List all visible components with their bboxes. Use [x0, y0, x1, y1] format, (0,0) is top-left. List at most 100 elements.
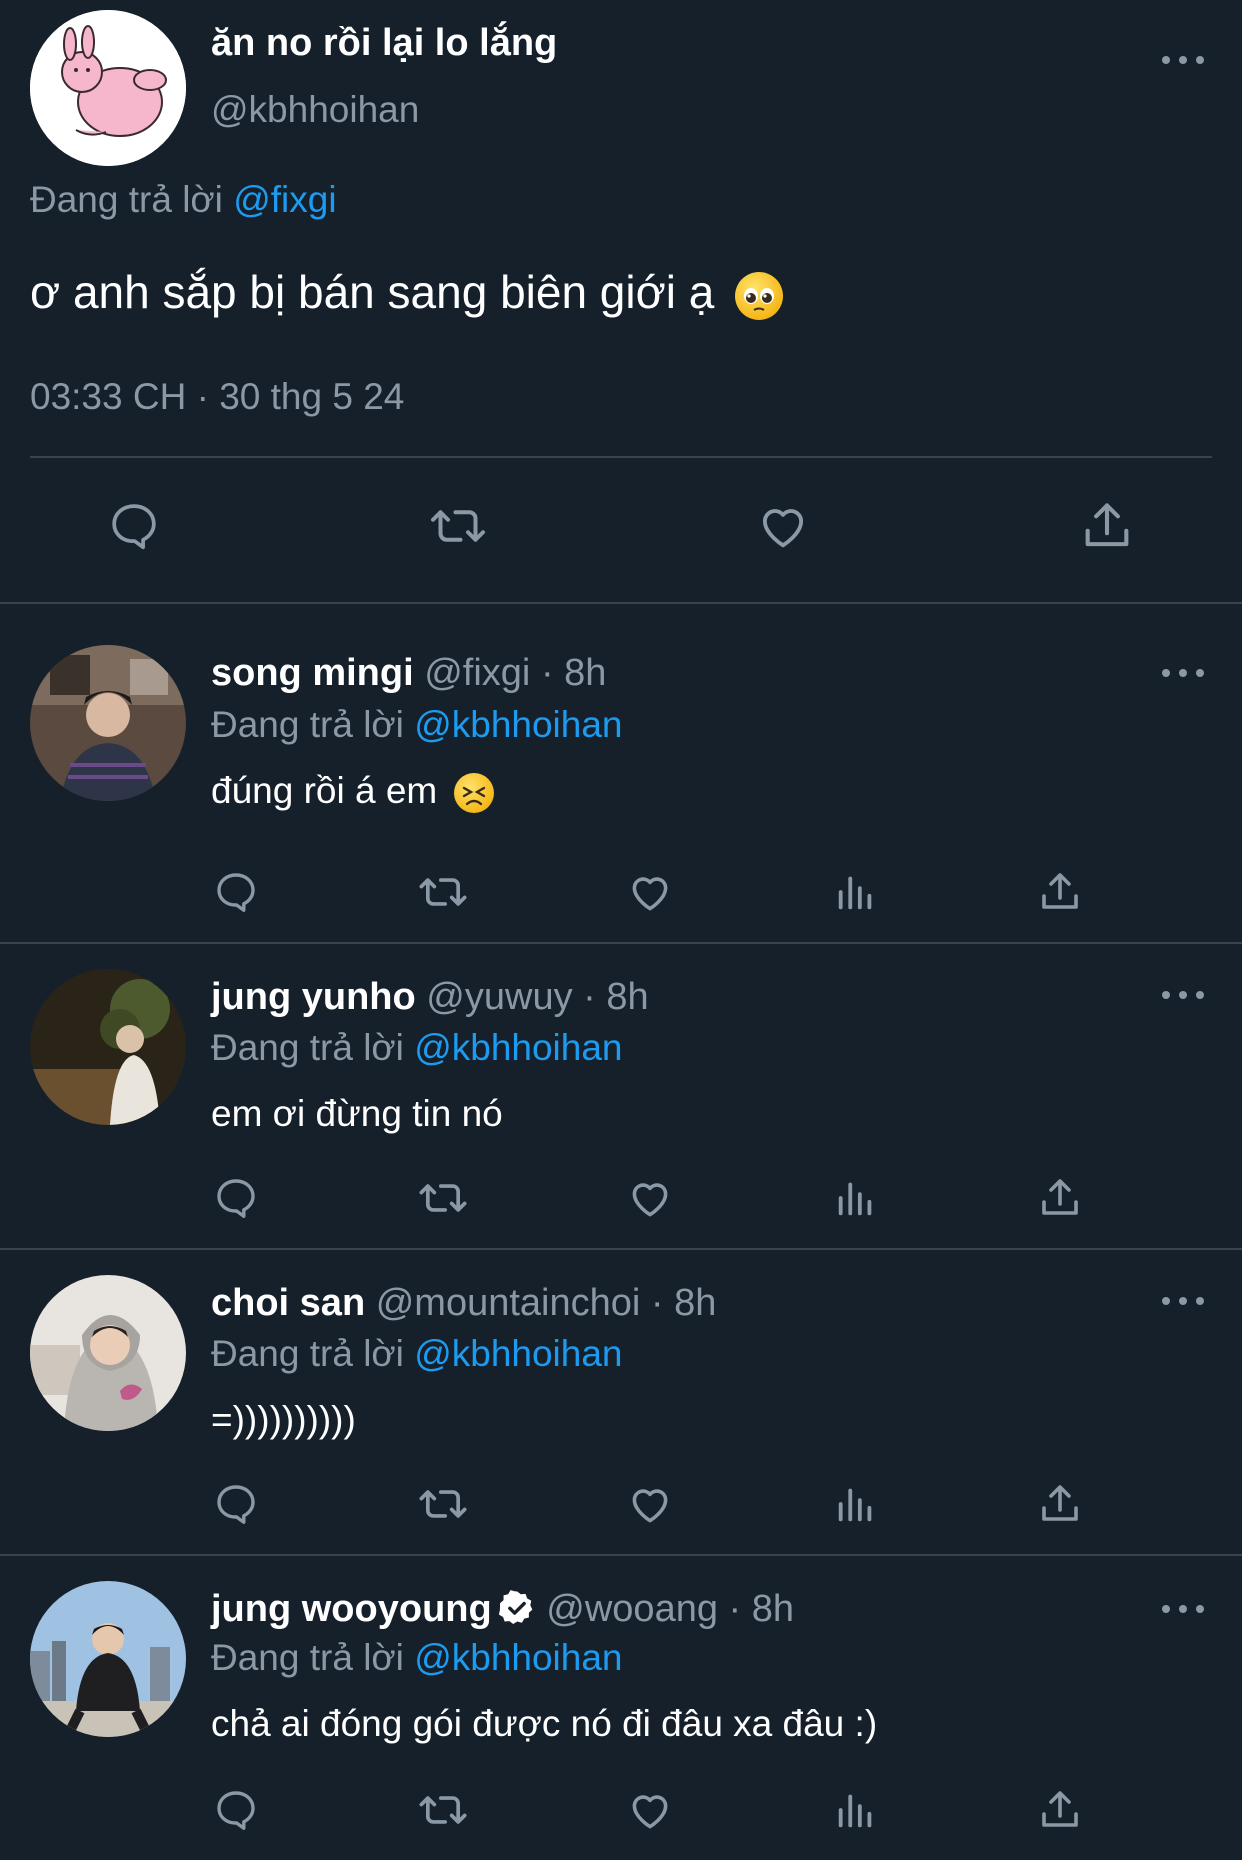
- dot-icon: [1162, 1605, 1170, 1613]
- user-handle[interactable]: @wooang: [546, 1588, 718, 1630]
- dot-icon: [1196, 1297, 1204, 1305]
- replying-prefix: Đang trả lời: [211, 704, 404, 745]
- reply-button[interactable]: [206, 1168, 266, 1228]
- user-photo-icon: [30, 1275, 186, 1431]
- views-button[interactable]: [826, 1474, 886, 1534]
- dot-icon: [1196, 1605, 1204, 1613]
- user-handle[interactable]: @mountainchoi: [376, 1282, 641, 1324]
- avatar[interactable]: [30, 10, 186, 166]
- reply-text-content: =)))))))))): [211, 1399, 356, 1440]
- views-button[interactable]: [826, 862, 886, 922]
- reply-text: đúng rồi á em: [211, 770, 494, 814]
- reply-icon: [217, 1485, 255, 1524]
- reply-actions-bar: [0, 1168, 1242, 1228]
- like-button[interactable]: [747, 490, 819, 562]
- dot-icon: [1196, 991, 1204, 999]
- reply-button[interactable]: [206, 1780, 266, 1840]
- reply-icon: [217, 1179, 255, 1218]
- reply-tweet[interactable]: choi san @mountainchoi · 8h Đang trả lời…: [0, 1250, 1242, 1554]
- avatar[interactable]: [30, 969, 186, 1125]
- avatar[interactable]: [30, 645, 186, 801]
- reply-actions-bar: [0, 862, 1242, 922]
- retweet-icon: [419, 1184, 467, 1212]
- replying-to-link[interactable]: @kbhhoihan: [414, 1027, 622, 1068]
- pink-bunny-avatar-icon: [30, 10, 186, 166]
- retweet-icon: [419, 1490, 467, 1518]
- retweet-button[interactable]: [422, 490, 494, 562]
- retweet-icon: [431, 510, 485, 542]
- more-options-button[interactable]: [1162, 985, 1204, 1005]
- reply-header: jung wooyoung @wooang · 8h: [211, 1588, 794, 1631]
- like-button[interactable]: [620, 862, 680, 922]
- like-icon: [762, 509, 804, 548]
- dot-icon: [1196, 56, 1204, 64]
- reply-time: · 8h: [540, 652, 607, 694]
- display-name[interactable]: song mingi: [211, 652, 414, 694]
- share-icon: [1085, 503, 1129, 547]
- reply-button[interactable]: [98, 490, 170, 562]
- reply-icon: [217, 873, 255, 912]
- retweet-button[interactable]: [413, 1168, 473, 1228]
- reply-text: em ơi đừng tin nó: [211, 1093, 503, 1135]
- like-icon: [632, 1489, 668, 1523]
- replying-to-link[interactable]: @kbhhoihan: [414, 1637, 622, 1678]
- reply-time: · 8h: [583, 976, 649, 1018]
- share-button[interactable]: [1030, 1168, 1090, 1228]
- more-options-button[interactable]: [1162, 1599, 1204, 1619]
- reply-header: song mingi @fixgi · 8h: [211, 652, 606, 695]
- dot-icon: [1179, 991, 1187, 999]
- reply-text-content: chả ai đóng gói được nó đi đâu xa đâu :): [211, 1703, 878, 1744]
- like-button[interactable]: [620, 1168, 680, 1228]
- replying-to-line: Đang trả lời @fixgi: [30, 179, 337, 221]
- user-photo-icon: [30, 645, 186, 801]
- dot-icon: [1196, 669, 1204, 677]
- views-button[interactable]: [826, 1780, 886, 1840]
- reply-tweet[interactable]: jung yunho @yuwuy · 8h Đang trả lời @kbh…: [0, 944, 1242, 1248]
- views-icon: [838, 876, 872, 910]
- share-icon: [1042, 1179, 1078, 1215]
- display-name[interactable]: choi san: [211, 1282, 365, 1324]
- tweet-text: ơ anh sắp bị bán sang biên giới ạ: [30, 265, 784, 320]
- reply-icon: [112, 504, 156, 550]
- reply-header: jung yunho @yuwuy · 8h: [211, 976, 649, 1019]
- user-handle[interactable]: @yuwuy: [426, 976, 572, 1018]
- more-options-button[interactable]: [1162, 663, 1204, 683]
- reply-button[interactable]: [206, 1474, 266, 1534]
- replying-to-link[interactable]: @fixgi: [233, 179, 336, 220]
- user-handle[interactable]: @kbhhoihan: [211, 89, 419, 131]
- share-button[interactable]: [1030, 862, 1090, 922]
- more-options-button[interactable]: [1162, 50, 1204, 70]
- share-icon: [1042, 1791, 1078, 1827]
- replying-prefix: Đang trả lời: [211, 1027, 404, 1068]
- replying-to-line: Đang trả lời @kbhhoihan: [211, 1027, 623, 1069]
- replying-to-link[interactable]: @kbhhoihan: [414, 1333, 622, 1374]
- retweet-button[interactable]: [413, 862, 473, 922]
- display-name[interactable]: jung wooyoung: [211, 1588, 492, 1630]
- display-name[interactable]: jung yunho: [211, 976, 416, 1018]
- replying-to-link[interactable]: @kbhhoihan: [414, 704, 622, 745]
- verified-badge-icon: [498, 1590, 533, 1624]
- share-button[interactable]: [1030, 1474, 1090, 1534]
- pleading-face-emoji-icon: [735, 271, 784, 320]
- replying-prefix: Đang trả lời: [30, 179, 223, 220]
- more-options-button[interactable]: [1162, 1291, 1204, 1311]
- reply-tweet[interactable]: jung wooyoung @wooang · 8h Đang trả lời …: [0, 1556, 1242, 1860]
- like-button[interactable]: [620, 1780, 680, 1840]
- share-button[interactable]: [1030, 1780, 1090, 1840]
- display-name[interactable]: ăn no rồi lại lo lắng: [211, 22, 557, 65]
- reply-tweet[interactable]: song mingi @fixgi · 8h Đang trả lời @kbh…: [0, 604, 1242, 942]
- reply-button[interactable]: [206, 862, 266, 922]
- user-photo-icon: [30, 1581, 186, 1737]
- dot-icon: [1162, 56, 1170, 64]
- user-handle[interactable]: @fixgi: [424, 652, 530, 694]
- reply-time: · 8h: [650, 1282, 717, 1324]
- dot-icon: [1179, 1297, 1187, 1305]
- avatar[interactable]: [30, 1581, 186, 1737]
- views-icon: [838, 1182, 872, 1216]
- retweet-button[interactable]: [413, 1474, 473, 1534]
- like-button[interactable]: [620, 1474, 680, 1534]
- views-button[interactable]: [826, 1168, 886, 1228]
- share-button[interactable]: [1071, 490, 1143, 562]
- retweet-button[interactable]: [413, 1780, 473, 1840]
- avatar[interactable]: [30, 1275, 186, 1431]
